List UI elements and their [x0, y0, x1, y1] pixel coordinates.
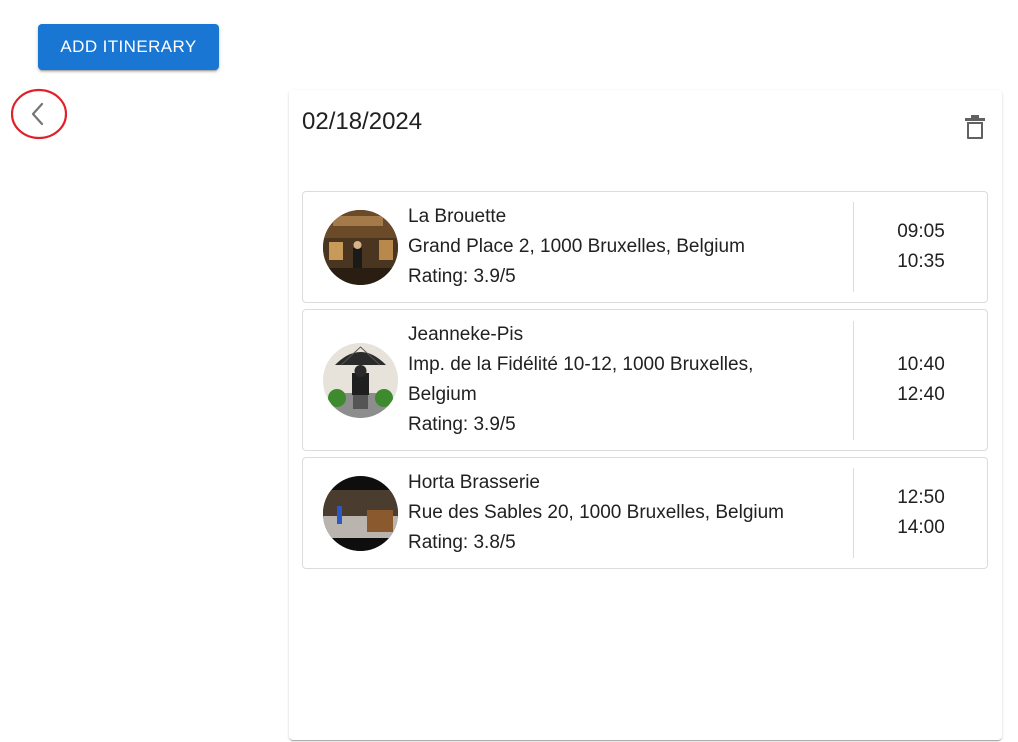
place-rating: Rating: 3.9/5: [408, 266, 516, 287]
time-range: 12:50 14:00: [854, 483, 988, 543]
itinerary-date: 02/18/2024: [302, 108, 423, 135]
end-time: 12:40: [897, 384, 945, 405]
itinerary-item[interactable]: Horta Brasserie Rue des Sables 20, 1000 …: [302, 457, 988, 569]
time-range: 10:40 12:40: [854, 350, 988, 410]
start-time: 12:50: [897, 487, 945, 508]
start-time: 09:05: [897, 221, 945, 242]
place-info: La Brouette Grand Place 2, 1000 Bruxelle…: [408, 202, 828, 292]
add-itinerary-button[interactable]: ADD ITINERARY: [38, 24, 219, 70]
itinerary-item[interactable]: Jeanneke-Pis Imp. de la Fidélité 10-12, …: [302, 309, 988, 451]
delete-itinerary-button[interactable]: [964, 114, 986, 140]
chevron-left-icon: [11, 88, 67, 140]
end-time: 14:00: [897, 517, 945, 538]
place-rating: Rating: 3.9/5: [408, 414, 516, 435]
place-photo: [323, 210, 398, 285]
place-info: Jeanneke-Pis Imp. de la Fidélité 10-12, …: [408, 320, 828, 440]
time-range: 09:05 10:35: [854, 217, 988, 277]
itinerary-item[interactable]: La Brouette Grand Place 2, 1000 Bruxelle…: [302, 191, 988, 303]
place-photo: [323, 343, 398, 418]
place-name: La Brouette: [408, 206, 507, 227]
app-root: ADD ITINERARY 02/18/2024 La Brouette Gra…: [0, 0, 1018, 742]
start-time: 10:40: [897, 354, 945, 375]
place-photo: [323, 476, 398, 551]
itinerary-day-card: 02/18/2024 La Brouette Grand Place 2, 10…: [289, 90, 1002, 740]
back-button[interactable]: [11, 88, 67, 140]
place-name: Jeanneke-Pis: [408, 324, 524, 345]
trash-icon: [965, 115, 985, 139]
place-address: Imp. de la Fidélité 10-12, 1000 Bruxelle…: [408, 354, 754, 405]
end-time: 10:35: [897, 251, 945, 272]
place-address: Grand Place 2, 1000 Bruxelles, Belgium: [408, 236, 745, 257]
place-rating: Rating: 3.8/5: [408, 532, 516, 553]
place-name: Horta Brasserie: [408, 472, 540, 493]
place-info: Horta Brasserie Rue des Sables 20, 1000 …: [408, 468, 828, 558]
place-address: Rue des Sables 20, 1000 Bruxelles, Belgi…: [408, 502, 785, 523]
